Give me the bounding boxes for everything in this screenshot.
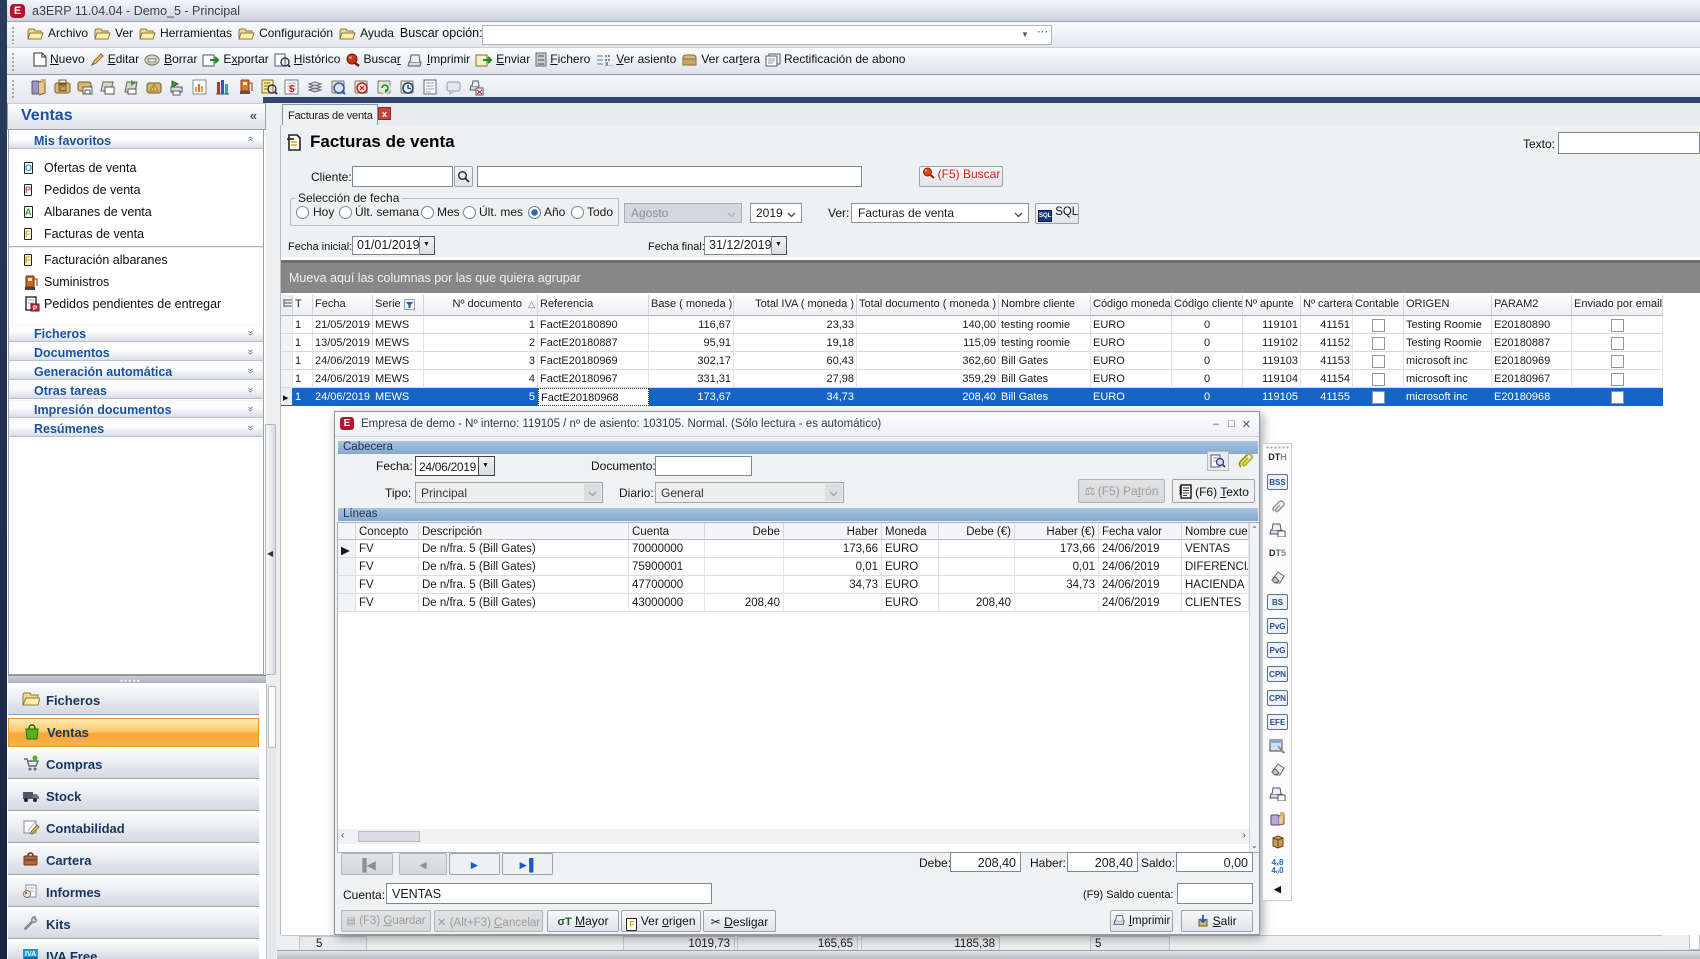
svg-text:$: $ <box>289 84 295 95</box>
svg-text:C: C <box>60 86 65 93</box>
svg-text:IVA: IVA <box>25 951 36 958</box>
svg-text:P: P <box>33 306 37 312</box>
svg-text:x…: x… <box>605 61 613 67</box>
